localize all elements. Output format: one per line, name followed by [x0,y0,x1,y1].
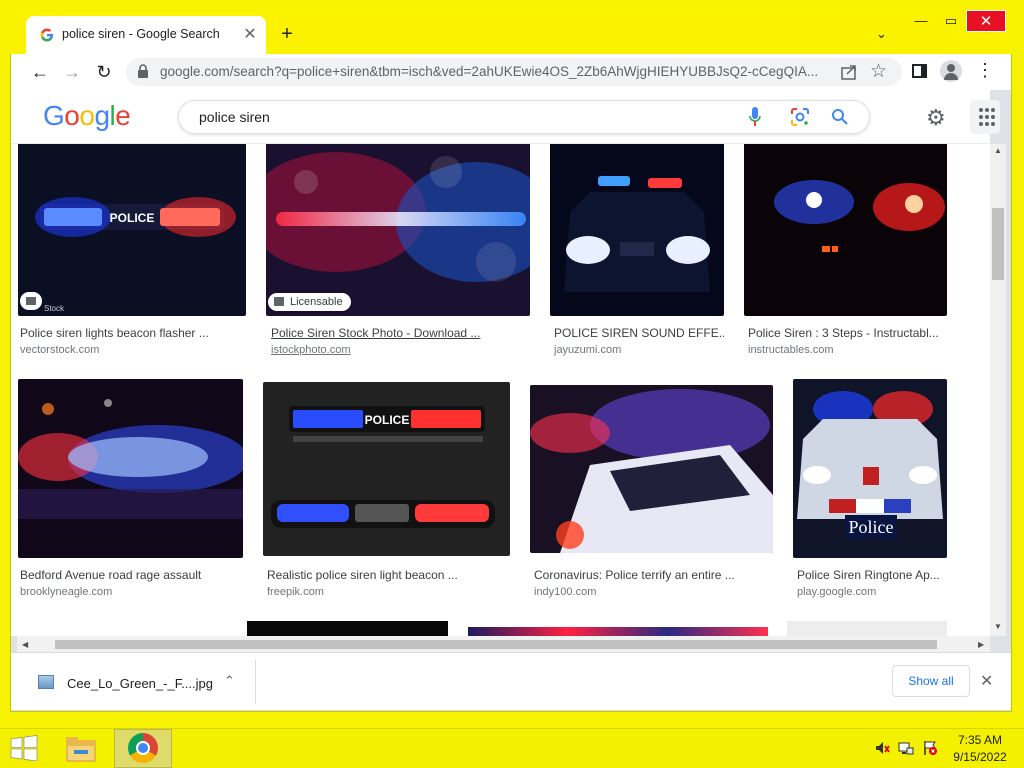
url-text[interactable]: google.com/search?q=police+siren&tbm=isc… [160,64,832,79]
tab-close-icon[interactable]: ✕ [241,24,259,44]
chevron-up-icon[interactable]: ⌃ [224,673,235,689]
reload-button[interactable]: ↻ [90,58,118,86]
download-file-name[interactable]: Cee_Lo_Green_-_F....jpg [67,676,213,691]
share-icon[interactable] [840,63,858,81]
scroll-down-arrow-icon[interactable]: ▼ [994,622,1002,631]
browser-menu-icon[interactable]: ⋮ [976,60,994,81]
result-source[interactable]: freepik.com [267,586,324,598]
result-image-partial[interactable] [468,627,768,636]
result-source[interactable]: instructables.com [748,344,834,356]
result-image-partial[interactable] [787,621,947,636]
tab-title: police siren - Google Search [62,27,220,41]
result-image-7[interactable] [530,385,773,553]
result-title[interactable]: Police Siren Ringtone Ap... [797,568,947,582]
search-input[interactable]: police siren [199,109,270,125]
result-source[interactable]: brooklyneagle.com [20,586,112,598]
result-source[interactable]: vectorstock.com [20,344,99,356]
result-title[interactable]: Bedford Avenue road rage assault [20,568,245,582]
minimize-button[interactable]: — [906,10,936,32]
horizontal-scroll-thumb[interactable] [55,640,937,649]
lock-icon[interactable] [137,64,149,78]
result-source[interactable]: jayuzumi.com [554,344,621,356]
licensable-badge[interactable]: Licensable [268,293,351,311]
profile-avatar-icon[interactable] [940,60,962,82]
result-title[interactable]: POLICE SIREN SOUND EFFE... [554,326,724,340]
tab-search-chevron-down-icon[interactable]: ⌄ [876,26,887,42]
maximize-button[interactable]: ▭ [936,10,966,32]
forward-button[interactable]: → [58,58,86,86]
freepik-bar-text: POLICE [365,413,410,427]
result-source[interactable]: indy100.com [534,586,596,598]
google-logo[interactable]: Google [43,100,131,132]
image-badge-icon [274,297,284,306]
result-title[interactable]: Police Siren Stock Photo - Download ... [271,326,511,340]
result-source[interactable]: istockphoto.com [271,344,350,356]
result-image-1[interactable]: POLICE Stock [18,142,246,316]
new-tab-button[interactable]: + [276,23,298,45]
stock-watermark-text: Stock [44,304,65,313]
google-favicon-icon [40,28,53,42]
result-image-8[interactable]: Police [793,379,947,558]
result-image-2[interactable] [266,142,530,316]
police-bar-text: POLICE [110,211,155,225]
result-title[interactable]: Realistic police siren light beacon ... [267,568,507,582]
result-image-3[interactable] [550,142,724,316]
windows-start-icon[interactable] [10,735,38,761]
result-title[interactable]: Police Siren : 3 Steps - Instructabl... [748,326,948,340]
file-explorer-icon[interactable] [56,730,106,768]
search-icon[interactable] [831,108,849,126]
search-box[interactable] [178,100,870,134]
clock-time[interactable]: 7:35 AM [940,733,1020,747]
settings-gear-icon[interactable]: ⚙ [926,105,946,131]
camera-lens-icon[interactable] [790,107,810,127]
result-image-6[interactable]: POLICE [263,382,510,556]
window-close-button[interactable]: ✕ [966,10,1006,32]
download-bar-close-icon[interactable]: ✕ [980,671,993,691]
image-file-icon [38,675,54,689]
result-title[interactable]: Coronavirus: Police terrify an entire ..… [534,568,774,582]
result-source[interactable]: play.google.com [797,586,876,598]
vertical-scroll-thumb[interactable] [992,208,1004,280]
result-image-5[interactable] [18,379,243,558]
scroll-right-arrow-icon[interactable]: ▶ [978,640,984,649]
scroll-up-arrow-icon[interactable]: ▲ [994,146,1002,155]
ringtone-plate-text: Police [849,517,894,537]
result-image-4[interactable] [744,142,947,316]
microphone-icon[interactable] [749,107,761,127]
scroll-left-arrow-icon[interactable]: ◀ [22,640,28,649]
side-panel-icon[interactable] [912,64,927,78]
back-button[interactable]: ← [26,58,54,86]
result-image-partial[interactable] [247,621,448,636]
network-icon[interactable] [898,740,914,756]
speaker-muted-icon[interactable] [874,740,890,756]
action-center-flag-icon[interactable] [922,740,938,756]
show-all-button[interactable]: Show all [892,665,970,697]
result-title[interactable]: Police siren lights beacon flasher ... [20,326,240,340]
clock-date[interactable]: 9/15/2022 [940,750,1020,764]
bookmark-star-icon[interactable]: ☆ [870,60,887,83]
google-apps-icon[interactable] [970,100,1000,134]
chrome-icon [128,733,158,763]
